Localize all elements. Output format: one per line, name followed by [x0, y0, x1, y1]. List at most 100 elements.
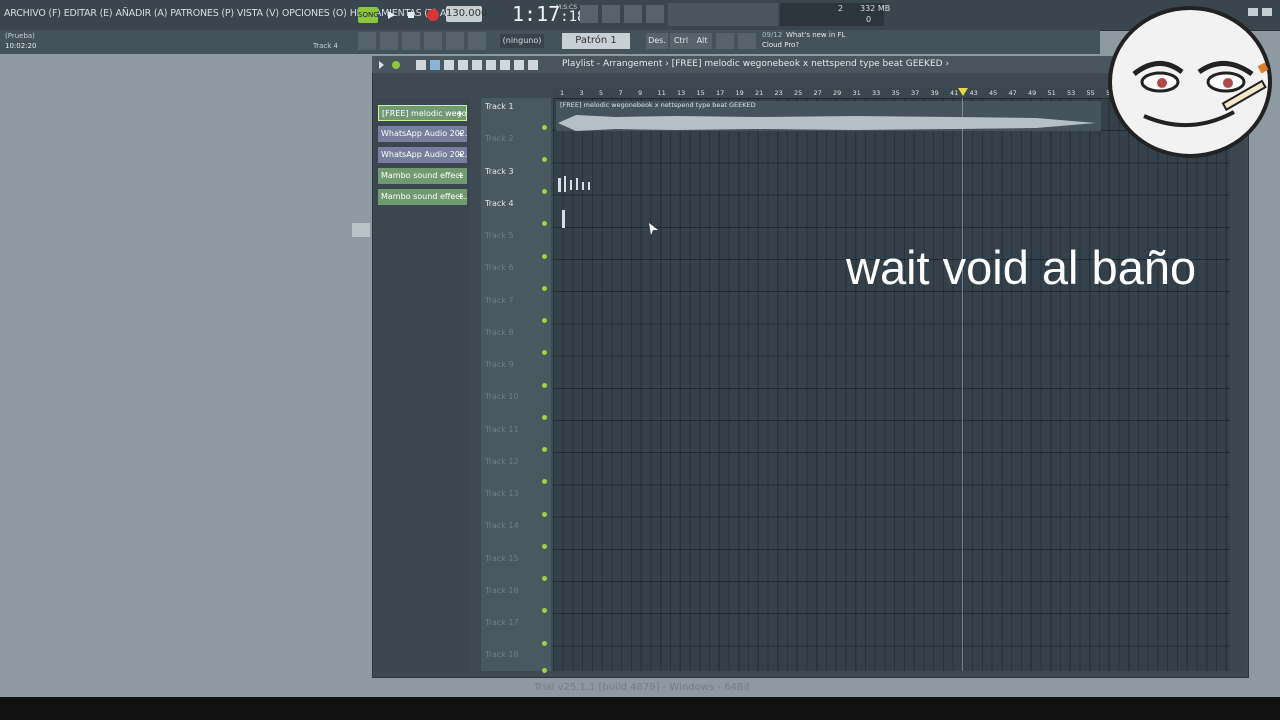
track-mute-led[interactable] — [542, 157, 547, 162]
typing-keyboard-icon[interactable] — [580, 5, 598, 23]
pattern-selector[interactable]: Patrón 1 — [562, 33, 630, 49]
add-icon[interactable]: + — [457, 189, 464, 205]
track-mute-led[interactable] — [542, 286, 547, 291]
add-icon[interactable]: + — [457, 168, 464, 184]
track-mute-led[interactable] — [542, 383, 547, 388]
news-title[interactable]: What's new in FL — [786, 31, 845, 39]
channel-rack-icon[interactable] — [402, 32, 420, 50]
alt-button[interactable]: Alt — [692, 33, 712, 49]
play-button[interactable] — [382, 6, 400, 24]
track-mute-led[interactable] — [542, 544, 547, 549]
browser-expand-button[interactable] — [352, 223, 370, 237]
track-label[interactable]: Track 4 — [485, 199, 514, 208]
track-mute-led[interactable] — [542, 125, 547, 130]
pattern-selector-none[interactable]: (ninguno) — [500, 34, 544, 48]
track-label[interactable]: Track 12 — [485, 457, 519, 466]
pattern-item[interactable]: Mambo sound effect... + — [378, 189, 467, 205]
track-label[interactable]: Track 13 — [485, 489, 519, 498]
track-mute-led[interactable] — [542, 415, 547, 420]
playhead[interactable] — [962, 98, 963, 671]
track-label[interactable]: Track 6 — [485, 263, 514, 272]
undo-button[interactable]: Des. — [646, 33, 668, 49]
menu-editar[interactable]: EDITAR (E) — [64, 8, 113, 19]
track-mute-led[interactable] — [542, 189, 547, 194]
add-icon[interactable]: + — [457, 147, 464, 163]
track-mute-led[interactable] — [542, 668, 547, 673]
menu-anadir[interactable]: AÑADIR (A) — [115, 8, 167, 19]
track-label[interactable]: Track 11 — [485, 425, 519, 434]
arrangement-grid[interactable] — [553, 98, 1230, 671]
metronome-icon[interactable] — [646, 5, 664, 23]
pencil-icon[interactable] — [416, 60, 426, 70]
menu-patrones[interactable]: PATRONES (P) — [170, 8, 234, 19]
playback-icon[interactable] — [528, 60, 538, 70]
vertical-scrollbar[interactable] — [1231, 98, 1245, 671]
menu-vista[interactable]: VISTA (V) — [237, 8, 279, 19]
track-label[interactable]: Track 14 — [485, 521, 519, 530]
track-label[interactable]: Track 7 — [485, 296, 514, 305]
track-mute-led[interactable] — [542, 318, 547, 323]
ruler-number: 27 — [813, 89, 822, 97]
help-icon[interactable] — [716, 33, 734, 49]
track-label[interactable]: Track 1 — [485, 102, 514, 111]
track-label[interactable]: Track 15 — [485, 554, 519, 563]
track-label[interactable]: Track 17 — [485, 618, 519, 627]
pattern-item[interactable]: Mambo sound effect + — [378, 168, 467, 184]
track-label[interactable]: Track 18 — [485, 650, 519, 659]
track-label[interactable]: Track 16 — [485, 586, 519, 595]
track-mute-led[interactable] — [542, 608, 547, 613]
add-icon[interactable]: + — [456, 106, 463, 120]
menu-arrow-icon[interactable] — [379, 61, 384, 69]
pattern-label: Mambo sound effect... — [381, 192, 467, 201]
zoom-icon[interactable] — [514, 60, 524, 70]
track-mute-led[interactable] — [542, 641, 547, 646]
browser-icon[interactable] — [468, 32, 486, 50]
select-icon[interactable] — [500, 60, 510, 70]
shop-icon[interactable] — [738, 33, 756, 49]
paint-icon[interactable] — [430, 60, 440, 70]
track-mute-led[interactable] — [542, 350, 547, 355]
playhead-marker-icon[interactable] — [958, 88, 968, 96]
delete-icon[interactable] — [444, 60, 454, 70]
piano-roll-icon[interactable] — [380, 32, 398, 50]
snap-magnet-icon[interactable] — [392, 61, 400, 69]
track-label[interactable]: Track 10 — [485, 392, 519, 401]
audio-clip-track3[interactable] — [558, 170, 598, 192]
blend-notes-icon[interactable] — [624, 5, 642, 23]
track-label[interactable]: Track 2 — [485, 134, 514, 143]
pattern-label: WhatsApp Audio 202... — [381, 150, 467, 159]
track-mute-led[interactable] — [542, 447, 547, 452]
tempo-display[interactable]: 130.000 — [446, 6, 487, 22]
track-mute-led[interactable] — [542, 479, 547, 484]
song-mode-toggle[interactable]: SONG — [358, 7, 379, 23]
audio-clip-track4[interactable] — [561, 208, 567, 228]
pattern-item[interactable]: WhatsApp Audio 202... + — [378, 147, 467, 163]
track-label[interactable]: Track 9 — [485, 360, 514, 369]
news-subtitle[interactable]: Cloud Pro? — [762, 41, 799, 49]
slice-icon[interactable] — [486, 60, 496, 70]
playlist-title: Playlist - Arrangement › [FREE] melodic … — [562, 59, 950, 69]
stop-button[interactable] — [402, 6, 420, 24]
slip-icon[interactable] — [472, 60, 482, 70]
pattern-item[interactable]: WhatsApp Audio 202... + — [378, 126, 467, 142]
playlist-icon[interactable] — [358, 32, 376, 50]
track-mute-led[interactable] — [542, 254, 547, 259]
add-icon[interactable]: + — [457, 126, 464, 142]
countdown-icon[interactable] — [602, 5, 620, 23]
track-label[interactable]: Track 3 — [485, 167, 514, 176]
track-mute-led[interactable] — [542, 221, 547, 226]
track-mute-led[interactable] — [542, 576, 547, 581]
hint-track: Track 4 — [313, 42, 338, 50]
plugin-picker-icon[interactable] — [446, 32, 464, 50]
ctrl-button[interactable]: Ctrl — [670, 33, 692, 49]
menu-archivo[interactable]: ARCHIVO (F) — [4, 8, 61, 19]
menu-opciones[interactable]: OPCIONES (O) — [282, 8, 347, 19]
mute-icon[interactable] — [458, 60, 468, 70]
track-label[interactable]: Track 8 — [485, 328, 514, 337]
track-label[interactable]: Track 5 — [485, 231, 514, 240]
pattern-item[interactable]: [FREE] melodic wego... + — [378, 105, 467, 121]
mixer-icon[interactable] — [424, 32, 442, 50]
record-button[interactable] — [424, 6, 442, 24]
track-mute-led[interactable] — [542, 512, 547, 517]
playlist-tools — [379, 60, 538, 70]
